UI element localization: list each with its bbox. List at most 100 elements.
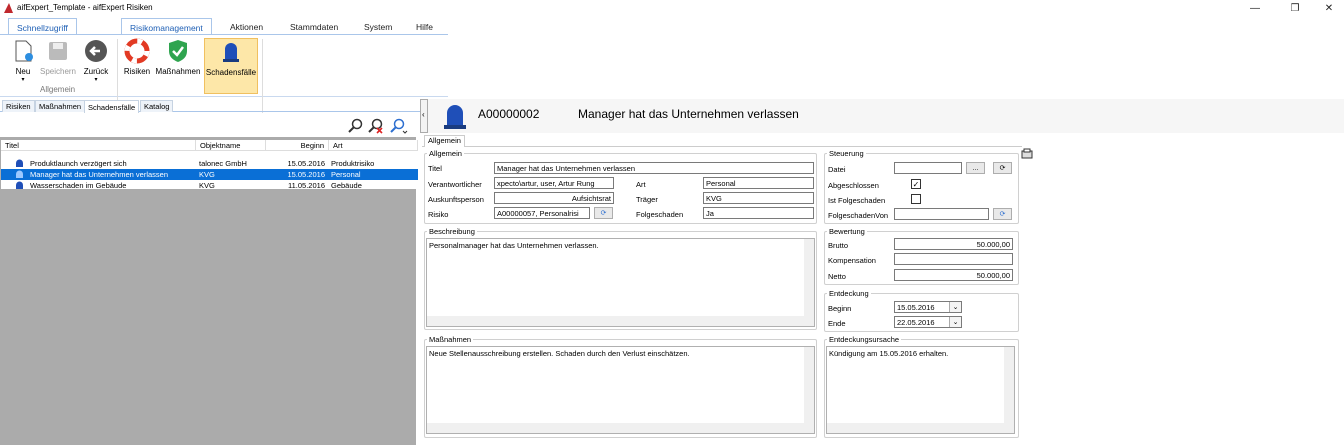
scrollbar[interactable] [427, 316, 804, 326]
tab-massnahmen[interactable]: Maßnahmen [35, 100, 86, 112]
ist-folgeschaden-checkbox[interactable] [911, 194, 921, 204]
datei-field[interactable] [894, 162, 962, 174]
traeger-field[interactable]: KVG [703, 192, 814, 204]
ribbon: Neu ▾ Speichern Zurück ▾ Risiken Maßnahm… [0, 34, 448, 115]
titel-field[interactable]: Manager hat das Unternehmen verlassen [494, 162, 814, 174]
table-row[interactable]: Produktlaunch verzögert sich talonec Gmb… [1, 158, 418, 169]
row-objekt: talonec GmbH [199, 159, 247, 168]
beschreibung-legend: Beschreibung [429, 227, 475, 236]
minimize-icon[interactable]: — [1240, 0, 1270, 17]
row-beginn: 15.05.2016 [287, 170, 325, 179]
list-table: Titel Objektname Beginn Art Produktlaunc… [1, 140, 418, 191]
lifebuoy-icon [124, 38, 150, 64]
detail-tabs: Allgemein [422, 135, 1022, 147]
risiko-refresh-button[interactable]: ⟳ [594, 207, 613, 219]
kompensation-field[interactable] [894, 253, 1013, 265]
entdeckung-ende-field[interactable]: 22.05.2016 ⌄ [894, 316, 962, 328]
folgeschaden-field[interactable]: Ja [703, 207, 814, 219]
row-objekt: KVG [199, 170, 215, 179]
browse-button[interactable]: ... [966, 162, 985, 174]
entdeckung-ende-value: 22.05.2016 [897, 317, 935, 327]
scrollbar[interactable] [427, 423, 804, 433]
collapse-panel-button[interactable]: ‹ [420, 99, 428, 133]
scrollbar[interactable] [804, 239, 814, 326]
row-art: Personal [331, 170, 361, 179]
brutto-field[interactable]: 50.000,00 [894, 238, 1013, 250]
tab-schadensfaelle[interactable]: Schadensfälle [84, 100, 140, 113]
entdeckungsursache-textarea[interactable]: Kündigung am 15.05.2016 erhalten. [826, 346, 1015, 434]
attachment-icon[interactable] [1021, 148, 1033, 160]
chevron-down-icon[interactable]: ⌄ [949, 317, 961, 327]
new-document-icon [15, 40, 33, 62]
zurueck-button[interactable]: Zurück ▾ [81, 38, 111, 94]
column-header-beginn[interactable]: Beginn [266, 140, 329, 151]
risiken-button[interactable]: Risiken [122, 38, 152, 94]
folgeschaden-von-refresh-button[interactable]: ⟳ [993, 208, 1012, 220]
tab-allgemein[interactable]: Allgemein [424, 135, 465, 147]
datei-label: Datei [828, 165, 846, 174]
row-titel: Wasserschaden im Gebäude [30, 181, 127, 190]
scrollbar[interactable] [827, 423, 1004, 433]
scrollbar[interactable] [1004, 347, 1014, 433]
row-titel: Produktlaunch verzögert sich [30, 159, 127, 168]
speichern-label: Speichern [39, 67, 77, 76]
tab-katalog[interactable]: Katalog [140, 100, 174, 112]
allgemein-legend: Allgemein [429, 149, 462, 158]
table-row-selected[interactable]: Manager hat das Unternehmen verlassen KV… [1, 169, 418, 180]
datei-refresh-button[interactable]: ⟳ [993, 162, 1012, 174]
schadensfaelle-button[interactable]: Schadensfälle [204, 38, 258, 94]
folgeschaden-von-label: FolgeschadenVon [828, 211, 889, 220]
siren-icon [223, 43, 239, 62]
auskunftsperson-field[interactable]: Aufsichtsrat [494, 192, 614, 204]
row-art: Gebäude [331, 181, 362, 190]
bewertung-legend: Bewertung [829, 227, 865, 236]
massnahmen-textarea[interactable]: Neue Stellenausschreibung erstellen. Sch… [426, 346, 815, 434]
risiken-label: Risiken [123, 67, 151, 76]
beschreibung-text: Personalmanager hat das Unternehmen verl… [429, 241, 599, 250]
neu-button[interactable]: Neu ▾ [12, 38, 34, 94]
siren-icon [16, 170, 23, 178]
tab-aktionen[interactable]: Aktionen [222, 18, 271, 35]
risiko-field[interactable]: A00000057, Personalrisi [494, 207, 590, 219]
art-field[interactable]: Personal [703, 177, 814, 189]
left-tabs: Risiken Maßnahmen Schadensfälle Katalog [0, 99, 420, 113]
damage-list: Titel Objektname Beginn Art Produktlaunc… [0, 137, 418, 445]
search-icon[interactable] [348, 118, 363, 133]
abgeschlossen-checkbox[interactable]: ✓ [911, 179, 921, 189]
massnahmen-button[interactable]: Maßnahmen [155, 38, 201, 94]
art-label: Art [636, 180, 646, 189]
tab-stammdaten[interactable]: Stammdaten [282, 18, 346, 35]
titel-label: Titel [428, 164, 442, 173]
auskunftsperson-label: Auskunftsperson [428, 195, 484, 204]
entdeckung-ende-label: Ende [828, 319, 846, 328]
chevron-left-icon: ‹ [422, 110, 425, 119]
scrollbar[interactable] [804, 347, 814, 433]
ribbon-group-label: Allgemein [40, 85, 76, 94]
tab-risiken[interactable]: Risiken [2, 100, 35, 112]
clear-search-icon[interactable] [368, 118, 384, 134]
traeger-label: Träger [636, 195, 658, 204]
netto-field[interactable]: 50.000,00 [894, 269, 1013, 281]
folgeschaden-von-field[interactable] [894, 208, 989, 220]
column-header-objektname[interactable]: Objektname [196, 140, 266, 151]
neu-label: Neu [15, 67, 31, 76]
risiko-label: Risiko [428, 210, 449, 219]
chevron-down-icon[interactable]: ⌄ [949, 302, 961, 312]
table-row[interactable]: Wasserschaden im Gebäude KVG 11.05.2016 … [1, 180, 418, 191]
row-art: Produktrisiko [331, 159, 375, 168]
advanced-search-icon[interactable] [390, 118, 408, 134]
restore-icon[interactable]: ❐ [1280, 0, 1310, 17]
column-header-titel[interactable]: Titel [1, 140, 196, 151]
tab-system[interactable]: System [356, 18, 400, 35]
entdeckung-beginn-field[interactable]: 15.05.2016 ⌄ [894, 301, 962, 313]
siren-icon [444, 105, 466, 129]
refresh-icon: ⟳ [600, 210, 607, 217]
zurueck-label: Zurück [83, 67, 109, 76]
verantwortlicher-field[interactable]: xpecto\artur, user, Artur Rung [494, 177, 614, 189]
beschreibung-textarea[interactable]: Personalmanager hat das Unternehmen verl… [426, 238, 815, 327]
title-bar: aifExpert_Template - aifExpert Risiken —… [0, 0, 1344, 17]
column-header-art[interactable]: Art [329, 140, 418, 151]
close-icon[interactable]: ✕ [1314, 0, 1344, 17]
detail-header: A00000002 Manager hat das Unternehmen ve… [428, 99, 1344, 133]
tab-hilfe[interactable]: Hilfe [408, 18, 441, 35]
